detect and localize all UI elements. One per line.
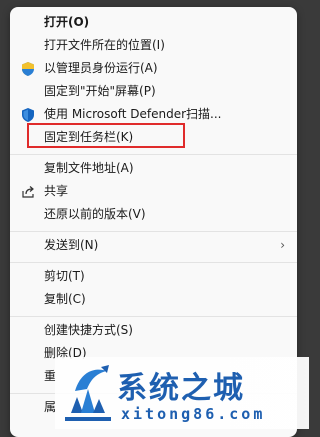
menu-item-pin-to-start[interactable]: 固定到"开始"屏幕(P) xyxy=(10,80,297,103)
defender-shield-icon xyxy=(20,107,36,123)
menu-item-label: 打开文件所在的位置(I) xyxy=(44,38,165,52)
menu-separator xyxy=(10,154,297,155)
highlight-annotation-box xyxy=(27,123,185,148)
chevron-right-icon: › xyxy=(280,238,285,252)
menu-item-restore-previous-versions[interactable]: 还原以前的版本(V) xyxy=(10,203,297,226)
menu-item-label: 以管理员身份运行(A) xyxy=(44,61,158,75)
watermark-logo-icon xyxy=(61,361,115,423)
menu-item-label: 发送到(N) xyxy=(44,238,99,252)
menu-item-open-file-location[interactable]: 打开文件所在的位置(I) xyxy=(10,34,297,57)
watermark: 系统之城 xitong86.com xyxy=(55,357,309,429)
menu-item-cut[interactable]: 剪切(T) xyxy=(10,265,297,288)
menu-separator xyxy=(10,262,297,263)
menu-separator xyxy=(10,316,297,317)
watermark-url: xitong86.com xyxy=(121,405,266,423)
menu-item-label: 固定到"开始"屏幕(P) xyxy=(44,84,156,98)
menu-item-label: 还原以前的版本(V) xyxy=(44,207,146,221)
menu-item-open[interactable]: 打开(O) xyxy=(10,11,297,34)
menu-item-copy-path[interactable]: 复制文件地址(A) xyxy=(10,157,297,180)
menu-item-label: 剪切(T) xyxy=(44,269,85,283)
menu-item-label: 共享 xyxy=(44,184,69,198)
menu-separator xyxy=(10,231,297,232)
menu-item-send-to[interactable]: 发送到(N) › xyxy=(10,234,297,257)
uac-shield-icon xyxy=(20,61,36,77)
menu-item-label: 打开(O) xyxy=(44,15,90,29)
menu-item-copy[interactable]: 复制(C) xyxy=(10,288,297,311)
watermark-title: 系统之城 xyxy=(117,371,245,406)
menu-item-label: 复制文件地址(A) xyxy=(44,161,134,175)
menu-item-create-shortcut[interactable]: 创建快捷方式(S) xyxy=(10,319,297,342)
menu-item-share[interactable]: 共享 xyxy=(10,180,297,203)
share-icon xyxy=(20,184,36,200)
menu-item-label: 创建快捷方式(S) xyxy=(44,323,133,337)
menu-item-label: 复制(C) xyxy=(44,292,86,306)
menu-item-run-as-admin[interactable]: 以管理员身份运行(A) xyxy=(10,57,297,80)
